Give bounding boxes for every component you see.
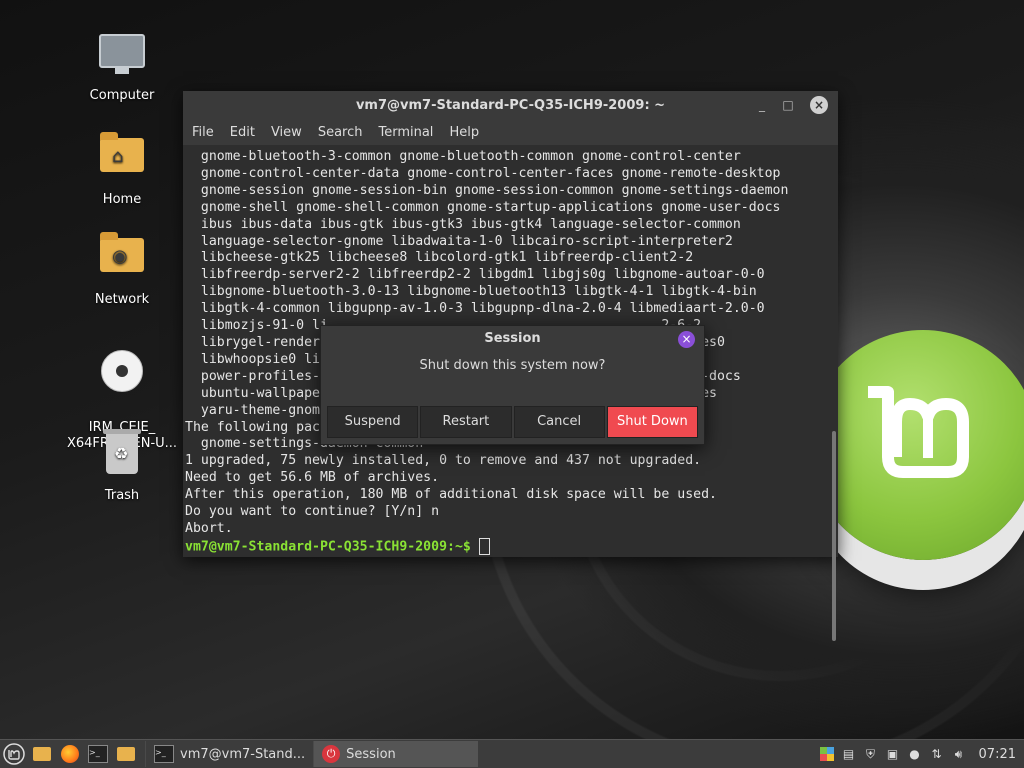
- terminal-window[interactable]: vm7@vm7-Standard-PC-Q35-ICH9-2009: ~ _ □…: [183, 91, 838, 641]
- network-folder-icon: ◉: [98, 232, 146, 286]
- terminal-line: libfreerdp-server2-2 libfreerdp2-2 libgd…: [185, 267, 765, 283]
- prompt-line: vm7@vm7-Standard-PC-Q35-ICH9-2009:~$: [185, 537, 830, 556]
- taskbar-item-terminal[interactable]: >_ vm7@vm7-Stand...: [145, 741, 313, 767]
- menu-bar: File Edit View Search Terminal Help: [183, 119, 838, 145]
- menu-button[interactable]: [3, 743, 25, 765]
- update-icon[interactable]: ▣: [885, 746, 901, 762]
- taskbar-item-session[interactable]: ⏻ Session: [313, 741, 479, 767]
- power-icon: ⏻: [322, 745, 341, 763]
- terminal-launcher[interactable]: >_: [87, 743, 109, 765]
- terminal-line: gnome-shell gnome-shell-common gnome-sta…: [185, 199, 781, 215]
- terminal-line: ibus ibus-data ibus-gtk ibus-gtk3 ibus-g…: [185, 216, 741, 232]
- network-icon[interactable]: ⇅: [929, 746, 945, 762]
- shell-prompt: vm7@vm7-Standard-PC-Q35-ICH9-2009:~$: [185, 539, 471, 555]
- terminal-line: gnome-session gnome-session-bin gnome-se…: [185, 182, 789, 198]
- system-tray: ▤ ⛨ ▣ ● ⇅ 🔊︎ 07:21: [819, 746, 1024, 762]
- menu-view[interactable]: View: [271, 125, 302, 140]
- taskbar-item-label: vm7@vm7-Stand...: [180, 746, 306, 762]
- terminal-line: Do you want to continue? [Y/n] n: [185, 504, 440, 520]
- maximize-icon[interactable]: □: [780, 97, 796, 113]
- files-launcher[interactable]: [115, 743, 137, 765]
- terminal-icon: >_: [154, 745, 174, 763]
- suspend-button[interactable]: Suspend: [327, 406, 419, 438]
- dialog-message: Shut down this system now?: [419, 358, 606, 373]
- text-cursor: [478, 537, 490, 555]
- terminal-line: 1 upgraded, 75 newly installed, 0 to rem…: [185, 453, 702, 469]
- desktop-icon-computer[interactable]: Computer: [66, 30, 178, 103]
- clock[interactable]: 07:21: [979, 747, 1016, 762]
- terminal-line: gnome-bluetooth-3-common gnome-bluetooth…: [185, 149, 741, 164]
- dialog-button-row: Suspend Restart Cancel Shut Down: [327, 406, 698, 438]
- color-palette-icon[interactable]: [819, 746, 835, 762]
- terminal-titlebar[interactable]: vm7@vm7-Standard-PC-Q35-ICH9-2009: ~ _ □…: [183, 91, 838, 119]
- terminal-line: Need to get 56.6 MB of archives.: [185, 470, 440, 486]
- linux-mint-logo: [808, 330, 1024, 560]
- menu-file[interactable]: File: [192, 125, 214, 140]
- menu-edit[interactable]: Edit: [230, 125, 255, 140]
- menu-help[interactable]: Help: [449, 125, 479, 140]
- terminal-line: libgtk-4-common libgupnp-av-1.0-3 libgup…: [185, 301, 765, 317]
- mint-menu-icon: [3, 743, 25, 765]
- close-icon[interactable]: ×: [810, 96, 828, 114]
- terminal-line: libcheese-gtk25 libcheese8 libcolord-gtk…: [185, 250, 694, 266]
- menu-terminal[interactable]: Terminal: [378, 125, 433, 140]
- dialog-title: Session: [484, 331, 541, 346]
- restart-button[interactable]: Restart: [420, 406, 512, 438]
- taskbar-item-label: Session: [346, 746, 396, 762]
- close-icon[interactable]: ×: [678, 331, 695, 348]
- clipboard-icon[interactable]: ▤: [841, 746, 857, 762]
- desktop-icon-label: Trash: [104, 488, 140, 503]
- computer-icon: [98, 34, 146, 82]
- menu-search[interactable]: Search: [318, 125, 363, 140]
- taskbar: >_ >_ vm7@vm7-Stand... ⏻ Session ▤ ⛨ ▣ ●…: [0, 739, 1024, 768]
- folder-icon: [33, 747, 51, 761]
- desktop-icon-label: Computer: [89, 88, 155, 103]
- firefox-launcher[interactable]: [59, 743, 81, 765]
- optical-disc-icon: [98, 350, 146, 398]
- user-icon[interactable]: ●: [907, 746, 923, 762]
- terminal-line: gnome-control-center-data gnome-control-…: [185, 165, 781, 181]
- folder-icon: [117, 747, 135, 761]
- folder-launcher[interactable]: [31, 743, 53, 765]
- desktop-icon-trash[interactable]: ♻ Trash: [66, 429, 178, 503]
- terminal-scrollbar[interactable]: [832, 431, 836, 641]
- volume-icon[interactable]: 🔊︎: [951, 746, 967, 762]
- cancel-button[interactable]: Cancel: [513, 406, 605, 438]
- desktop-icon-network[interactable]: ◉ Network: [66, 230, 178, 307]
- trash-icon: ♻: [98, 429, 146, 482]
- terminal-line: language-selector-gnome libadwaita-1-0 l…: [185, 233, 733, 249]
- desktop-icon-label: Network: [94, 292, 150, 307]
- terminal-line: Abort.: [185, 520, 233, 536]
- terminal-line: libgnome-bluetooth-3.0-13 libgnome-bluet…: [185, 284, 757, 300]
- window-title: vm7@vm7-Standard-PC-Q35-ICH9-2009: ~: [355, 98, 666, 113]
- desktop-icon-label: Home: [102, 192, 142, 207]
- shut-down-button[interactable]: Shut Down: [606, 406, 698, 438]
- home-folder-icon: ⌂: [98, 132, 146, 186]
- firefox-icon: [61, 745, 79, 763]
- desktop-icon-home[interactable]: ⌂ Home: [66, 130, 178, 207]
- session-dialog[interactable]: Session × Shut down this system now? Sus…: [320, 325, 705, 445]
- minimize-icon[interactable]: _: [754, 97, 770, 113]
- terminal-line: After this operation, 180 MB of addition…: [185, 487, 717, 503]
- terminal-icon: >_: [88, 745, 108, 763]
- shield-icon[interactable]: ⛨: [863, 746, 879, 762]
